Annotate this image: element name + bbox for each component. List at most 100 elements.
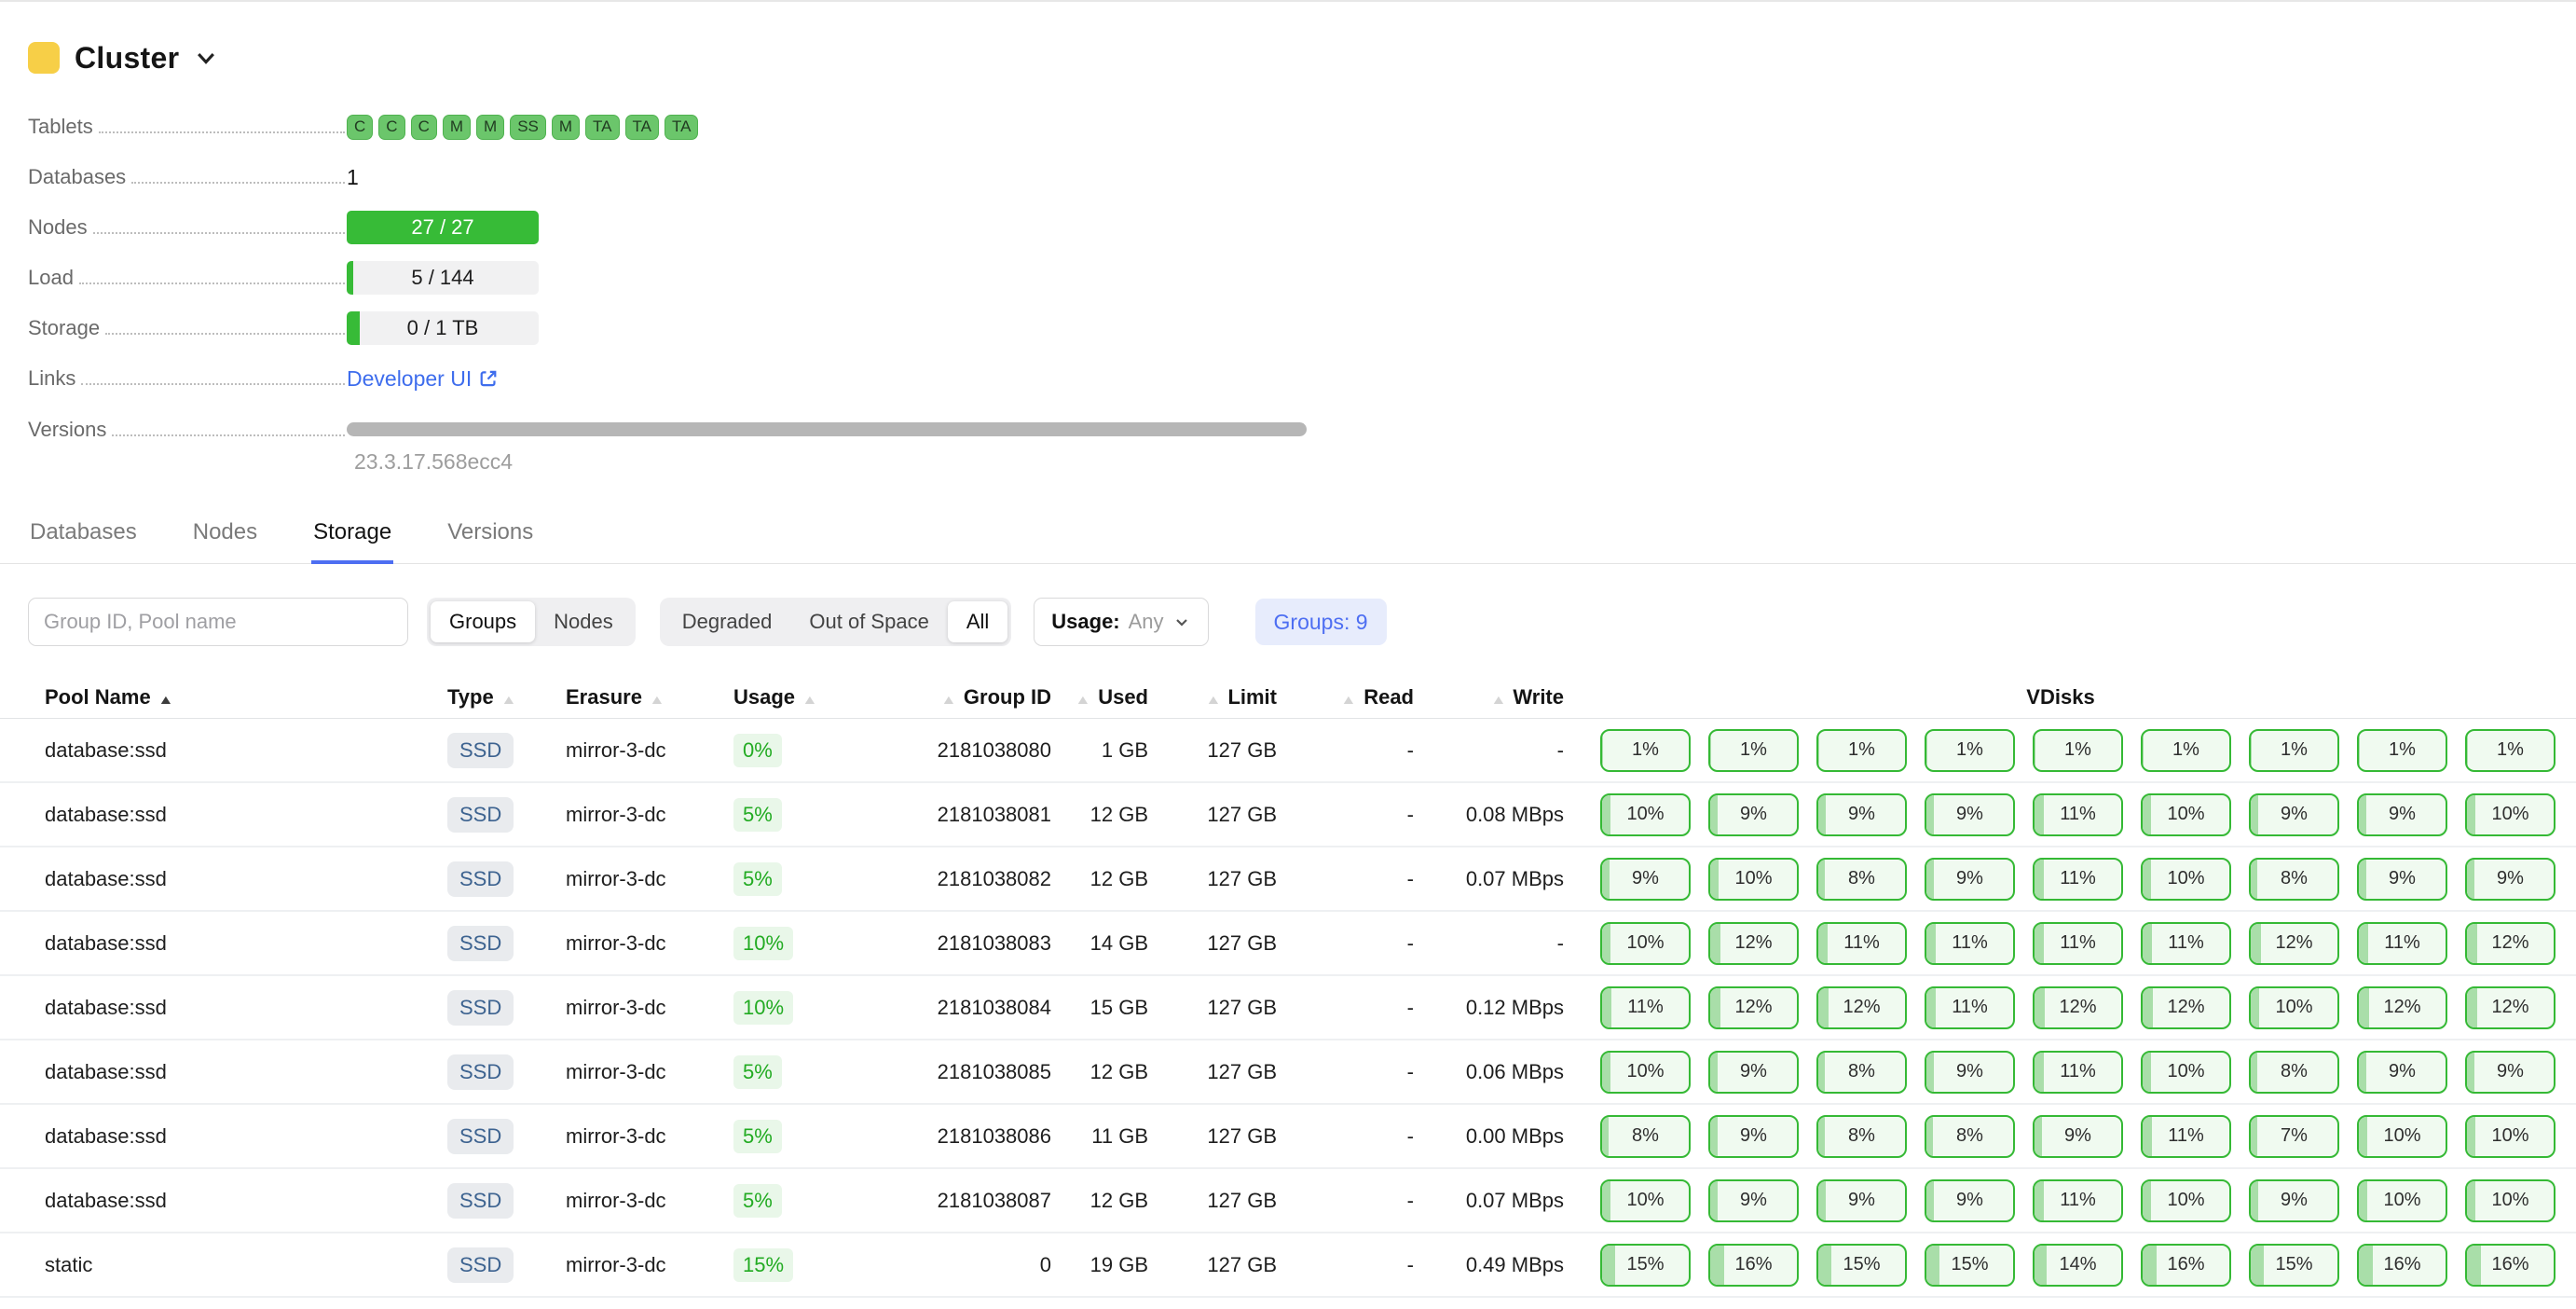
chevron-down-icon[interactable] xyxy=(194,46,218,70)
vdisk-badge[interactable]: 15% xyxy=(1816,1244,1907,1287)
tablet-type-badge[interactable]: C xyxy=(378,115,404,140)
tab-versions[interactable]: Versions xyxy=(445,519,535,564)
vdisk-badge[interactable]: 10% xyxy=(2141,858,2231,901)
vdisk-badge[interactable]: 10% xyxy=(2141,793,2231,836)
column-header-read[interactable]: ▲Read xyxy=(1277,685,1414,710)
vdisk-badge[interactable]: 15% xyxy=(1600,1244,1691,1287)
vdisk-badge[interactable]: 10% xyxy=(2141,1051,2231,1094)
developer-ui-link[interactable]: Developer UI xyxy=(347,366,499,392)
vdisk-badge[interactable]: 11% xyxy=(2141,922,2231,965)
tablet-type-badge[interactable]: TA xyxy=(585,115,619,140)
vdisk-badge[interactable]: 12% xyxy=(2357,986,2447,1029)
vdisk-badge[interactable]: 9% xyxy=(1708,1051,1799,1094)
vdisk-badge[interactable]: 8% xyxy=(2249,858,2339,901)
entity-option-groups[interactable]: Groups xyxy=(431,601,535,642)
vdisk-badge[interactable]: 11% xyxy=(2033,858,2123,901)
vdisk-badge[interactable]: 9% xyxy=(1925,793,2015,836)
vdisk-badge[interactable]: 1% xyxy=(2357,729,2447,772)
vdisk-badge[interactable]: 11% xyxy=(1600,986,1691,1029)
tab-databases[interactable]: Databases xyxy=(28,519,139,564)
vdisk-badge[interactable]: 11% xyxy=(2033,922,2123,965)
vdisk-badge[interactable]: 15% xyxy=(1925,1244,2015,1287)
vdisk-badge[interactable]: 11% xyxy=(2033,1179,2123,1222)
vdisk-badge[interactable]: 16% xyxy=(2357,1244,2447,1287)
group-pool-search-input[interactable] xyxy=(28,598,408,646)
vdisk-badge[interactable]: 12% xyxy=(1816,986,1907,1029)
vdisk-badge[interactable]: 11% xyxy=(2357,922,2447,965)
column-header-used[interactable]: ▲Used xyxy=(1051,685,1148,710)
vdisk-badge[interactable]: 9% xyxy=(1600,858,1691,901)
vdisk-badge[interactable]: 14% xyxy=(2033,1244,2123,1287)
vdisk-badge[interactable]: 10% xyxy=(2465,1115,2555,1158)
vdisk-badge[interactable]: 10% xyxy=(2357,1179,2447,1222)
entity-option-nodes[interactable]: Nodes xyxy=(535,601,632,642)
column-header-write[interactable]: ▲Write xyxy=(1414,685,1564,710)
vdisk-badge[interactable]: 12% xyxy=(1708,986,1799,1029)
vdisk-badge[interactable]: 12% xyxy=(2033,986,2123,1029)
tab-nodes[interactable]: Nodes xyxy=(191,519,259,564)
vdisk-badge[interactable]: 10% xyxy=(1600,793,1691,836)
vdisk-badge[interactable]: 8% xyxy=(1816,858,1907,901)
tablet-type-badge[interactable]: M xyxy=(476,115,504,140)
vdisk-badge[interactable]: 12% xyxy=(2249,922,2339,965)
vdisk-badge[interactable]: 12% xyxy=(1708,922,1799,965)
vdisk-badge[interactable]: 16% xyxy=(2141,1244,2231,1287)
vdisk-badge[interactable]: 16% xyxy=(2465,1244,2555,1287)
vdisk-badge[interactable]: 8% xyxy=(1816,1115,1907,1158)
vdisk-badge[interactable]: 9% xyxy=(2465,858,2555,901)
vdisk-badge[interactable]: 11% xyxy=(2141,1115,2231,1158)
vdisk-badge[interactable]: 9% xyxy=(1708,1115,1799,1158)
vdisk-badge[interactable]: 11% xyxy=(1925,986,2015,1029)
vdisk-badge[interactable]: 12% xyxy=(2465,986,2555,1029)
tablet-type-badge[interactable]: C xyxy=(411,115,437,140)
state-option-out-of-space[interactable]: Out of Space xyxy=(790,601,947,642)
vdisk-badge[interactable]: 9% xyxy=(2033,1115,2123,1158)
vdisk-badge[interactable]: 1% xyxy=(2033,729,2123,772)
tablet-type-badge[interactable]: C xyxy=(347,115,373,140)
vdisk-badge[interactable]: 9% xyxy=(1816,793,1907,836)
vdisk-badge[interactable]: 11% xyxy=(1925,922,2015,965)
vdisk-badge[interactable]: 10% xyxy=(1600,922,1691,965)
state-option-all[interactable]: All xyxy=(948,601,1007,642)
tablet-type-badge[interactable]: TA xyxy=(665,115,698,140)
vdisk-badge[interactable]: 1% xyxy=(2465,729,2555,772)
tablet-type-badge[interactable]: TA xyxy=(625,115,659,140)
vdisk-badge[interactable]: 11% xyxy=(2033,1051,2123,1094)
vdisk-badge[interactable]: 9% xyxy=(2249,1179,2339,1222)
vdisk-badge[interactable]: 10% xyxy=(2357,1115,2447,1158)
vdisk-badge[interactable]: 8% xyxy=(1816,1051,1907,1094)
vdisk-badge[interactable]: 10% xyxy=(2141,1179,2231,1222)
column-header-type[interactable]: Type▲ xyxy=(447,685,566,710)
vdisk-badge[interactable]: 16% xyxy=(1708,1244,1799,1287)
usage-filter-dropdown[interactable]: Usage: Any xyxy=(1034,598,1208,646)
vdisk-badge[interactable]: 7% xyxy=(2249,1115,2339,1158)
tablet-type-badge[interactable]: SS xyxy=(510,115,546,140)
column-header-erasure[interactable]: Erasure▲ xyxy=(566,685,733,710)
vdisk-badge[interactable]: 11% xyxy=(2033,793,2123,836)
vdisk-badge[interactable]: 9% xyxy=(2465,1051,2555,1094)
vdisk-badge[interactable]: 1% xyxy=(1708,729,1799,772)
vdisk-badge[interactable]: 12% xyxy=(2465,922,2555,965)
vdisk-badge[interactable]: 9% xyxy=(1816,1179,1907,1222)
tablet-type-badge[interactable]: M xyxy=(443,115,471,140)
vdisk-badge[interactable]: 1% xyxy=(1925,729,2015,772)
vdisk-badge[interactable]: 9% xyxy=(2249,793,2339,836)
vdisk-badge[interactable]: 9% xyxy=(1708,793,1799,836)
vdisk-badge[interactable]: 8% xyxy=(2249,1051,2339,1094)
vdisk-badge[interactable]: 8% xyxy=(1600,1115,1691,1158)
state-option-degraded[interactable]: Degraded xyxy=(664,601,791,642)
column-header-pool-name[interactable]: Pool Name▲ xyxy=(45,685,447,710)
vdisk-badge[interactable]: 10% xyxy=(1600,1179,1691,1222)
vdisk-badge[interactable]: 9% xyxy=(2357,793,2447,836)
vdisk-badge[interactable]: 15% xyxy=(2249,1244,2339,1287)
vdisk-badge[interactable]: 9% xyxy=(2357,858,2447,901)
vdisk-badge[interactable]: 10% xyxy=(1708,858,1799,901)
vdisk-badge[interactable]: 8% xyxy=(1925,1115,2015,1158)
tablet-type-badge[interactable]: M xyxy=(552,115,580,140)
column-header-usage[interactable]: Usage▲ xyxy=(733,685,892,710)
column-header-group-id[interactable]: ▲Group ID xyxy=(892,685,1051,710)
vdisk-badge[interactable]: 9% xyxy=(1925,1051,2015,1094)
vdisk-badge[interactable]: 9% xyxy=(1708,1179,1799,1222)
tab-storage[interactable]: Storage xyxy=(311,519,393,564)
vdisk-badge[interactable]: 10% xyxy=(1600,1051,1691,1094)
